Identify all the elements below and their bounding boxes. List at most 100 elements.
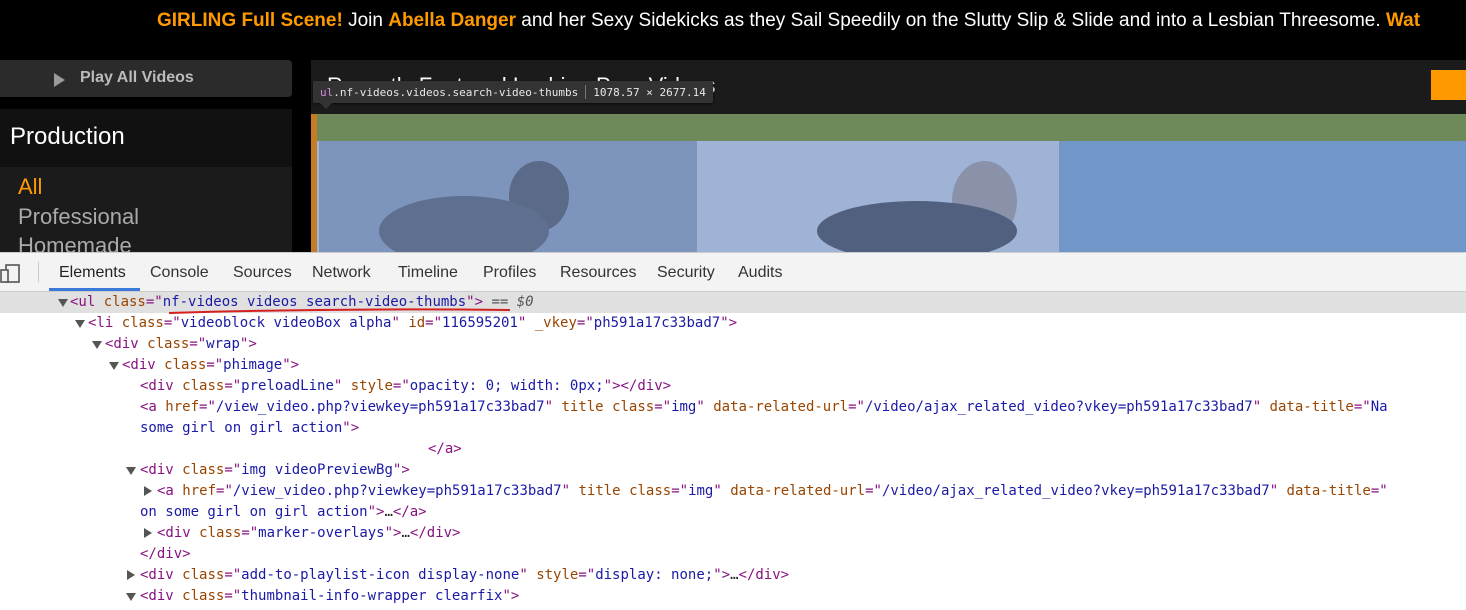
dom-node[interactable]: </div> <box>0 544 1466 565</box>
dom-node-code: on some girl on girl action">…</a> <box>140 502 427 523</box>
dom-node[interactable]: <div class="marker-overlays">…</div> <box>0 523 1466 544</box>
dom-node[interactable]: <div class="phimage"> <box>0 355 1466 376</box>
banner-text-2: and her Sexy Sidekicks as they Sail Spee… <box>516 10 1386 31</box>
code-token: =" <box>1370 483 1388 499</box>
code-token: " <box>544 399 562 415</box>
dom-node[interactable]: </a> <box>0 439 1466 460</box>
code-token: class <box>147 336 190 352</box>
expand-triangle-icon[interactable] <box>109 362 119 370</box>
devtools-panel: Elements Console Sources Network Timelin… <box>0 252 1466 610</box>
play-all-videos-button[interactable]: Play All Videos <box>0 60 292 97</box>
promo-banner[interactable]: GIRLING Full Scene! Join Abella Danger a… <box>0 0 1466 44</box>
dom-node[interactable]: <a href="/view_video.php?viewkey=ph591a1… <box>0 397 1466 418</box>
code-token: =" <box>241 525 259 541</box>
device-mode-icon[interactable] <box>0 262 22 284</box>
banner-highlight-3[interactable]: Wat <box>1386 10 1420 31</box>
code-token: id <box>408 315 426 331</box>
expand-triangle-icon[interactable] <box>75 320 85 328</box>
code-token: /view_video.php?viewkey=ph591a17c33bad7 <box>215 399 545 415</box>
code-token: 116595201 <box>442 315 518 331</box>
dom-tree[interactable]: <ul class="nf-videos videos search-video… <box>0 292 1466 610</box>
tab-security[interactable]: Security <box>657 264 715 282</box>
code-token: href <box>165 399 200 415</box>
banner-text-1: Join <box>342 10 389 31</box>
banner-highlight-2[interactable]: Abella Danger <box>388 10 516 31</box>
code-token: =" <box>199 399 216 415</box>
code-token: =" <box>576 315 594 331</box>
code-token: Na <box>1370 399 1388 415</box>
dom-node[interactable]: on some girl on girl action">…</a> <box>0 502 1466 523</box>
collapse-triangle-icon[interactable] <box>144 486 152 496</box>
dom-node-code: <div class="thumbnail-info-wrapper clear… <box>140 586 519 607</box>
collapse-triangle-icon[interactable] <box>127 570 135 580</box>
code-token: preloadLine <box>241 378 334 394</box>
code-token: data-title <box>1286 483 1371 499</box>
code-token: " <box>333 378 351 394</box>
code-token: class <box>121 315 164 331</box>
dom-node-code: </div> <box>140 544 191 565</box>
collapse-triangle-icon[interactable] <box>144 528 152 538</box>
code-token: class <box>164 357 207 373</box>
code-token: <div <box>140 588 183 604</box>
code-token: =" <box>224 378 242 394</box>
tab-elements[interactable]: Elements <box>59 264 126 282</box>
video-thumbnail[interactable] <box>319 141 697 252</box>
code-token: =" <box>224 462 242 478</box>
code-token: "> <box>392 462 410 478</box>
code-token: <div <box>140 378 183 394</box>
video-thumbs-list-highlighted <box>311 114 1466 252</box>
play-all-label: Play All Videos <box>80 69 194 86</box>
video-thumbnail[interactable] <box>697 141 1059 252</box>
code-token: img videoPreviewBg <box>241 462 393 478</box>
code-token: <a <box>140 399 166 415</box>
expand-triangle-icon[interactable] <box>126 467 136 475</box>
dom-node[interactable]: <a href="/view_video.php?viewkey=ph591a1… <box>0 481 1466 502</box>
tab-sources[interactable]: Sources <box>233 264 292 282</box>
tab-timeline[interactable]: Timeline <box>398 264 458 282</box>
thumbnail-figure <box>817 201 1017 252</box>
code-token: <div <box>140 567 183 583</box>
expand-triangle-icon[interactable] <box>126 593 136 601</box>
video-thumbnail[interactable] <box>1059 141 1466 252</box>
code-token: opacity: 0; width: 0px; <box>409 378 604 394</box>
code-token: class <box>103 294 146 310</box>
red-annotation-underline <box>168 308 511 314</box>
code-token: =" <box>671 483 689 499</box>
play-icon <box>54 73 65 87</box>
code-token: =" <box>224 588 242 604</box>
code-token: thumbnail-info-wrapper clearfix <box>241 588 503 604</box>
dom-node[interactable]: <div class="img videoPreviewBg"> <box>0 460 1466 481</box>
code-token: display: none; <box>595 567 714 583</box>
filter-option-professional[interactable]: Professional <box>18 204 139 230</box>
dom-node[interactable]: <div class="add-to-playlist-icon display… <box>0 565 1466 586</box>
code-token: =" <box>224 567 242 583</box>
code-token: … <box>384 504 393 520</box>
left-sidebar: Play All Videos Production All Professio… <box>0 60 292 252</box>
code-token: =" <box>1353 399 1371 415</box>
dom-node[interactable]: <li class="videoblock videoBox alpha" id… <box>0 313 1466 334</box>
tab-audits[interactable]: Audits <box>738 264 782 282</box>
dom-node[interactable]: some girl on girl action"> <box>0 418 1466 439</box>
code-token: =" <box>163 315 181 331</box>
tab-console[interactable]: Console <box>150 264 209 282</box>
dom-node[interactable]: <div class="thumbnail-info-wrapper clear… <box>0 586 1466 607</box>
code-token: =" <box>654 399 672 415</box>
sort-button[interactable] <box>1431 70 1466 100</box>
dom-node[interactable]: <div class="wrap"> <box>0 334 1466 355</box>
tab-profiles[interactable]: Profiles <box>483 264 536 282</box>
filter-option-homemade[interactable]: Homemade <box>18 233 132 252</box>
tab-resources[interactable]: Resources <box>560 264 636 282</box>
code-token: /video/ajax_related_video?vkey=ph591a17c… <box>881 483 1270 499</box>
code-token: style <box>536 567 579 583</box>
promo-banner-text[interactable]: GIRLING Full Scene! Join Abella Danger a… <box>157 10 1420 32</box>
filter-option-all[interactable]: All <box>18 174 42 200</box>
tooltip-tag: ul <box>320 85 334 99</box>
banner-highlight-1[interactable]: GIRLING Full Scene! <box>157 10 343 31</box>
dom-node[interactable]: <div class="preloadLine" style="opacity:… <box>0 376 1466 397</box>
code-token: =" <box>206 357 224 373</box>
code-token: =" <box>189 336 207 352</box>
expand-triangle-icon[interactable] <box>92 341 102 349</box>
tab-network[interactable]: Network <box>312 264 371 282</box>
expand-triangle-icon[interactable] <box>58 299 68 307</box>
